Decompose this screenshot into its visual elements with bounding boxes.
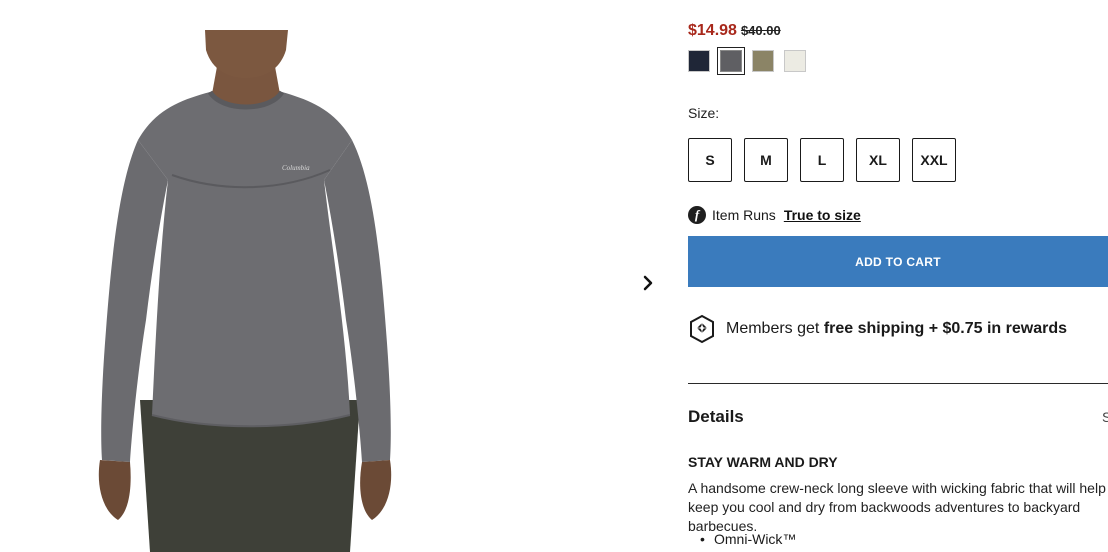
color-swatch-olive[interactable] bbox=[752, 50, 774, 72]
feature-list: Omni-Wick™ bbox=[700, 531, 797, 547]
color-swatch-navy[interactable] bbox=[688, 50, 710, 72]
feature-item: Omni-Wick™ bbox=[700, 531, 797, 547]
size-selector: S M L XL XXL bbox=[688, 138, 956, 182]
product-image: Columbia bbox=[98, 30, 392, 552]
brand-logo: Columbia bbox=[282, 164, 310, 172]
color-swatch-grey[interactable] bbox=[717, 47, 745, 75]
rewards-badge-icon bbox=[690, 314, 714, 344]
size-option-s[interactable]: S bbox=[688, 138, 732, 182]
color-swatch-cream[interactable] bbox=[784, 50, 806, 72]
fit-predictor-icon: f bbox=[688, 206, 706, 224]
product-buy-panel: $14.98 $40.00 Size: S M L XL XXL f Item … bbox=[688, 0, 1108, 552]
product-image-gallery: Columbia bbox=[0, 0, 676, 552]
chevron-right-icon bbox=[643, 275, 653, 291]
true-to-size-link[interactable]: True to size bbox=[784, 207, 861, 223]
product-description: A handsome crew-neck long sleeve with wi… bbox=[688, 480, 1106, 534]
next-image-button[interactable] bbox=[636, 270, 660, 296]
size-option-xl[interactable]: XL bbox=[856, 138, 900, 182]
members-prefix: Members get bbox=[726, 320, 824, 337]
color-swatches bbox=[688, 47, 806, 75]
members-offer: free shipping + $0.75 in rewards bbox=[823, 320, 1068, 337]
size-option-l[interactable]: L bbox=[800, 138, 844, 182]
fit-prefix: Item Runs bbox=[712, 207, 776, 223]
size-label: Size: bbox=[688, 105, 720, 121]
size-option-xxl[interactable]: XXL bbox=[912, 138, 956, 182]
price-row: $14.98 $40.00 bbox=[688, 22, 781, 40]
fit-info: f Item Runs True to size bbox=[688, 206, 861, 224]
details-subheading: STAY WARM AND DRY bbox=[688, 454, 838, 470]
details-heading[interactable]: Details bbox=[688, 407, 744, 427]
add-to-cart-button[interactable]: ADD TO CART bbox=[688, 236, 1108, 287]
divider bbox=[688, 383, 1108, 384]
details-right-link[interactable]: S bbox=[1102, 409, 1108, 425]
members-rewards-banner: Members get free shipping + $0.75 in rew… bbox=[688, 314, 1067, 344]
original-price: $40.00 bbox=[740, 23, 781, 38]
size-option-m[interactable]: M bbox=[744, 138, 788, 182]
sale-price: $14.98 bbox=[688, 22, 737, 39]
